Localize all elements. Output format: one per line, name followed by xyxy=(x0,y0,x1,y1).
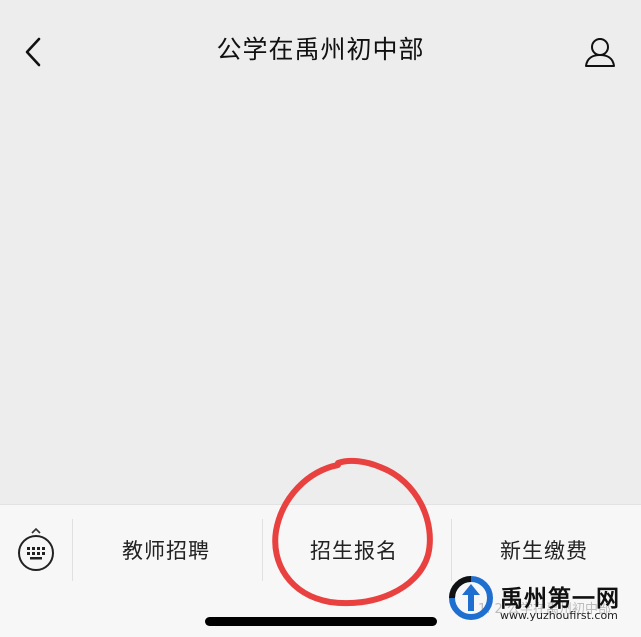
menu-item-teacher-recruitment[interactable]: 教师招聘 xyxy=(80,527,252,573)
page-title: 公学在禹州初中部 xyxy=(216,35,425,64)
person-outline-icon xyxy=(585,38,615,67)
menu-item-new-student-payment[interactable]: 新生缴费 xyxy=(458,527,630,573)
keyboard-toggle-button[interactable] xyxy=(16,527,56,573)
keyboard-icon xyxy=(18,527,54,571)
menu-item-enrollment-registration[interactable]: 招生报名 xyxy=(268,527,440,573)
menu-divider xyxy=(72,519,73,581)
chat-area xyxy=(0,100,641,504)
profile-button[interactable] xyxy=(580,32,620,72)
menu-divider xyxy=(451,519,452,581)
home-indicator xyxy=(205,617,437,626)
navigation-bar: 公学在禹州初中部 xyxy=(0,0,641,100)
menu-divider xyxy=(262,519,263,581)
